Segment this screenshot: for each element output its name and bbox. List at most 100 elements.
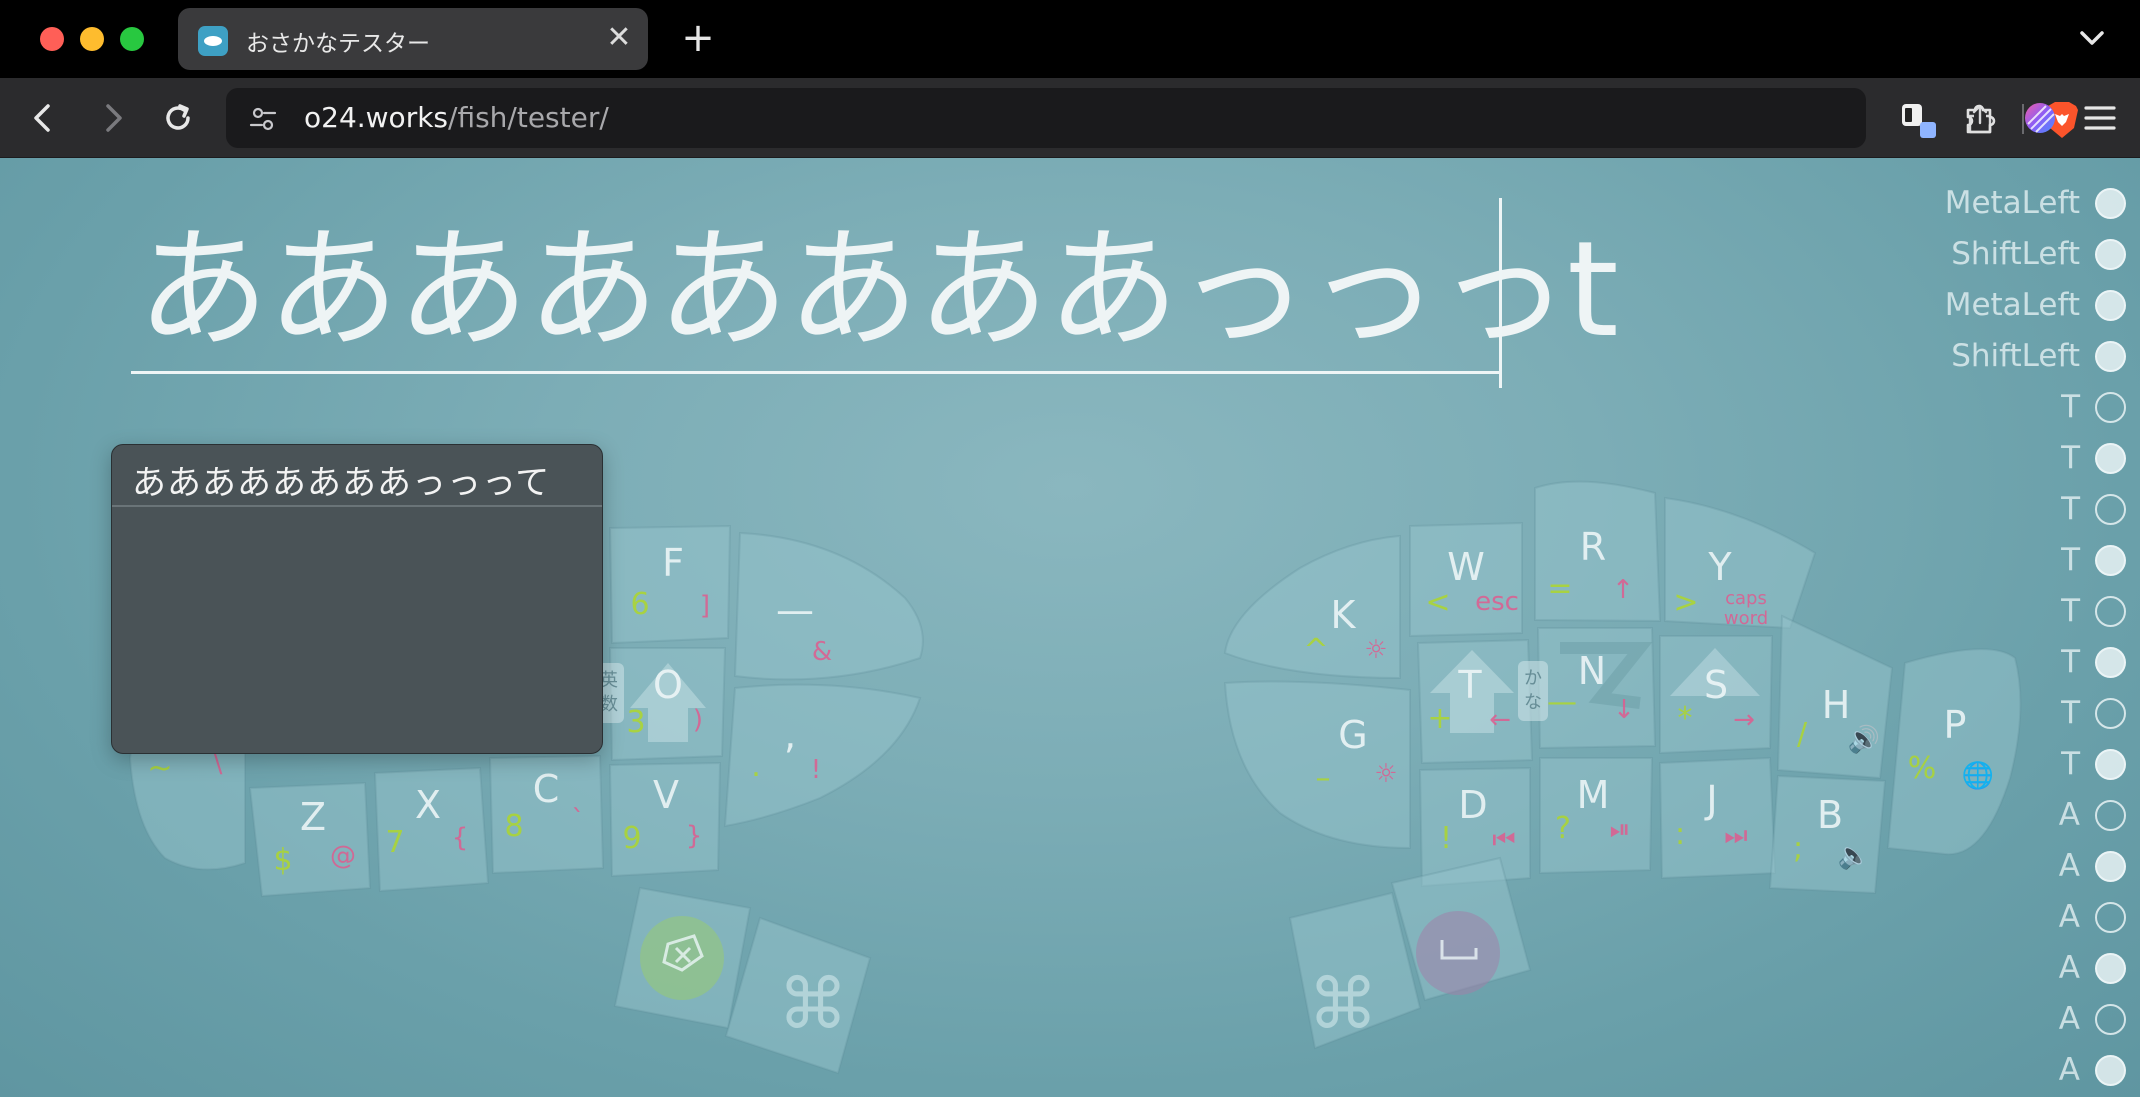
ime-candidate-window[interactable]: ああああああああっっって (111, 444, 603, 754)
svg-text:!: ! (811, 755, 821, 785)
input-value: ああああああああっっっt (137, 213, 1619, 367)
svg-text:な: な (1524, 692, 1542, 713)
forward-icon[interactable] (90, 96, 134, 140)
key-log-row: A (1890, 943, 2130, 994)
svg-text:+: + (1427, 701, 1452, 736)
key-log-label: A (2058, 848, 2080, 884)
key-log-row: T (1890, 637, 2130, 688)
url-path: /fish/tester/ (448, 101, 609, 134)
svg-text:Y: Y (1707, 545, 1732, 589)
key-log-row: A (1890, 790, 2130, 841)
key-state-indicator (2095, 1004, 2126, 1035)
svg-text:←: ← (1489, 705, 1511, 735)
svg-text:W: W (1447, 545, 1485, 589)
key-state-indicator (2095, 239, 2126, 270)
close-window-button[interactable] (40, 27, 64, 51)
svg-text:M: M (1577, 773, 1610, 817)
svg-text:⌘: ⌘ (1308, 963, 1378, 1045)
tab-title: おさかなテスター (246, 31, 430, 57)
extension-badge-icon[interactable] (1896, 96, 1940, 140)
svg-text:esc: esc (1475, 587, 1519, 617)
svg-text:R: R (1580, 525, 1606, 569)
svg-text:Z: Z (300, 795, 326, 839)
svg-text:}: } (686, 821, 703, 851)
key-state-indicator (2095, 698, 2126, 729)
key-state-indicator (2095, 290, 2126, 321)
key-log-row: A (1890, 1045, 2130, 1096)
test-text-input[interactable]: ああああああああっっっt (131, 200, 1619, 374)
svg-text:=: = (1547, 571, 1572, 606)
svg-text:;: ; (1793, 831, 1803, 866)
reload-icon[interactable] (156, 96, 200, 140)
svg-text:H: H (1822, 683, 1851, 727)
key-state-indicator (2095, 341, 2126, 372)
svg-text:.: . (751, 749, 761, 784)
profile-avatar-icon[interactable] (2018, 96, 2062, 140)
svg-text:caps: caps (1725, 588, 1767, 609)
svg-text:]: ] (700, 591, 710, 621)
svg-text:>: > (1673, 585, 1698, 620)
svg-text:🔊: 🔊 (1848, 723, 1880, 755)
key-log-row: MetaLeft (1890, 280, 2130, 331)
key-log-label: MetaLeft (1944, 185, 2080, 221)
svg-text:⏯: ⏯ (1610, 815, 1631, 845)
key-state-indicator (2095, 749, 2126, 780)
ime-divider (112, 505, 602, 507)
minimize-window-button[interactable] (80, 27, 104, 51)
svg-text:—: — (776, 588, 814, 632)
svg-text:⌘: ⌘ (778, 963, 848, 1045)
menu-hamburger-icon[interactable] (2078, 96, 2122, 140)
svg-text:—: — (1547, 685, 1577, 720)
key-state-indicator (2095, 596, 2126, 627)
tab-close-icon[interactable]: ✕ (604, 18, 634, 58)
svg-text:*: * (1678, 701, 1693, 736)
back-icon[interactable] (22, 96, 66, 140)
site-settings-icon[interactable] (248, 104, 278, 134)
svg-text:~: ~ (147, 751, 172, 786)
svg-text:C: C (533, 767, 560, 811)
svg-text:⏭: ⏭ (1724, 821, 1747, 851)
active-tab[interactable]: おさかなテスター ✕ (178, 8, 648, 70)
svg-text:☼: ☼ (1374, 759, 1397, 789)
address-bar[interactable]: o24.works/fish/tester/ (226, 88, 2078, 148)
svg-text::: : (1675, 817, 1685, 852)
svg-text:9: 9 (622, 821, 641, 856)
url-text[interactable]: o24.works/fish/tester/ (304, 101, 609, 134)
key-log-row: T (1890, 433, 2130, 484)
svg-text:B: B (1817, 793, 1843, 837)
key-log-row: T (1890, 382, 2130, 433)
key-log-row: T (1890, 484, 2130, 535)
svg-text:↓: ↓ (1613, 695, 1635, 725)
key-log-row: ShiftLeft (1890, 331, 2130, 382)
key-log-row: A (1890, 841, 2130, 892)
zoom-window-button[interactable] (120, 27, 144, 51)
url-host: o24.works (304, 101, 449, 134)
svg-text:☼: ☼ (1364, 635, 1387, 665)
svg-text:,: , (784, 713, 796, 757)
ime-candidate-text[interactable]: ああああああああっっって (132, 455, 550, 504)
key-state-indicator (2095, 647, 2126, 678)
svg-text:か: か (1524, 668, 1542, 689)
key-log-label: T (2061, 695, 2080, 731)
svg-text:7: 7 (385, 825, 404, 860)
key-log-label: A (2058, 797, 2080, 833)
svg-text:/: / (1797, 717, 1808, 752)
svg-text:6: 6 (630, 587, 649, 622)
key-state-indicator (2095, 392, 2126, 423)
key-state-indicator (2095, 902, 2126, 933)
key-log-row: T (1890, 688, 2130, 739)
extensions-puzzle-icon[interactable] (1958, 96, 2002, 140)
key-state-indicator (2095, 443, 2126, 474)
key-log-row: A (1890, 892, 2130, 943)
new-tab-button[interactable]: + (678, 12, 718, 64)
tab-list-chevron-icon[interactable] (2072, 18, 2112, 58)
key-log-row: MetaLeft (1890, 178, 2130, 229)
key-log-label: A (2058, 1001, 2080, 1037)
svg-text:S: S (1704, 663, 1728, 707)
svg-text:D: D (1458, 783, 1487, 827)
key-log-label: T (2061, 542, 2080, 578)
svg-text:T: T (1457, 663, 1482, 707)
key-log-label: A (2058, 950, 2080, 986)
svg-text:!: ! (1440, 821, 1452, 856)
svg-text:word: word (1724, 608, 1768, 629)
